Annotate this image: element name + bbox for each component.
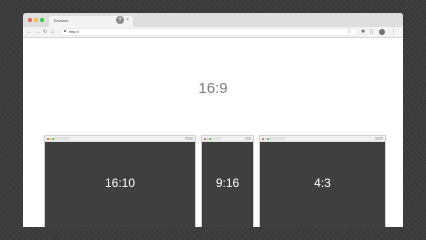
home-icon[interactable]: ⌂ xyxy=(51,27,54,37)
url-text[interactable]: http:// xyxy=(69,29,79,35)
mini-browser-bar xyxy=(260,136,385,142)
mini-minimize-dot xyxy=(206,138,208,140)
tab-title: Browser xyxy=(54,18,69,23)
mini-minimize-dot xyxy=(264,138,266,140)
browser-window: Browser × + ← → ↻ ⌂ http:// ☆ ✱ ▯ ⋮ 16:9 xyxy=(23,13,403,227)
lock-icon xyxy=(64,30,66,32)
maximize-window-button[interactable] xyxy=(40,18,44,22)
mini-browser-bar xyxy=(202,136,253,142)
preview-window-16-10: 16:10 xyxy=(44,135,196,227)
mini-tab xyxy=(269,137,285,140)
title-bar: Browser × + xyxy=(23,13,403,27)
new-tab-button[interactable]: + xyxy=(116,16,124,24)
star-icon[interactable]: ☆ xyxy=(347,27,351,37)
address-bar[interactable]: http:// xyxy=(61,29,357,35)
close-window-button[interactable] xyxy=(28,18,32,22)
back-arrow-icon[interactable]: ← xyxy=(27,27,32,37)
browser-toolbar: ← → ↻ ⌂ http:// ☆ ✱ ▯ ⋮ xyxy=(23,27,403,38)
tab-close-icon[interactable]: × xyxy=(126,17,129,24)
minimize-window-button[interactable] xyxy=(34,18,38,22)
menu-icon[interactable]: ⋮ xyxy=(391,27,396,37)
mini-browser-bar xyxy=(45,136,195,142)
preview-window-9-16: 9:16 xyxy=(201,135,254,227)
mini-close-dot xyxy=(204,138,206,140)
mini-close-dot xyxy=(47,138,49,140)
mini-tab xyxy=(211,137,221,140)
puzzle-icon[interactable]: ✱ xyxy=(361,27,365,37)
mini-toolbar-icons xyxy=(245,137,251,140)
profile-icon[interactable] xyxy=(379,29,385,35)
reload-icon[interactable]: ↻ xyxy=(43,27,47,37)
forward-arrow-icon[interactable]: → xyxy=(35,27,40,37)
mini-close-dot xyxy=(262,138,264,140)
mini-toolbar-icons xyxy=(375,137,383,140)
mini-tab xyxy=(54,137,70,140)
preview-label: 9:16 xyxy=(215,176,240,190)
mini-toolbar-icons xyxy=(185,137,193,140)
preview-label: 4:3 xyxy=(314,176,331,190)
main-aspect-label: 16:9 xyxy=(198,80,228,97)
side-panel-icon[interactable]: ▯ xyxy=(370,27,373,37)
mini-minimize-dot xyxy=(49,138,51,140)
preview-window-4-3: 4:3 xyxy=(259,135,386,227)
preview-label: 16:10 xyxy=(104,176,136,190)
page-content: 16:9 16:10 9:16 4:3 xyxy=(23,38,403,227)
